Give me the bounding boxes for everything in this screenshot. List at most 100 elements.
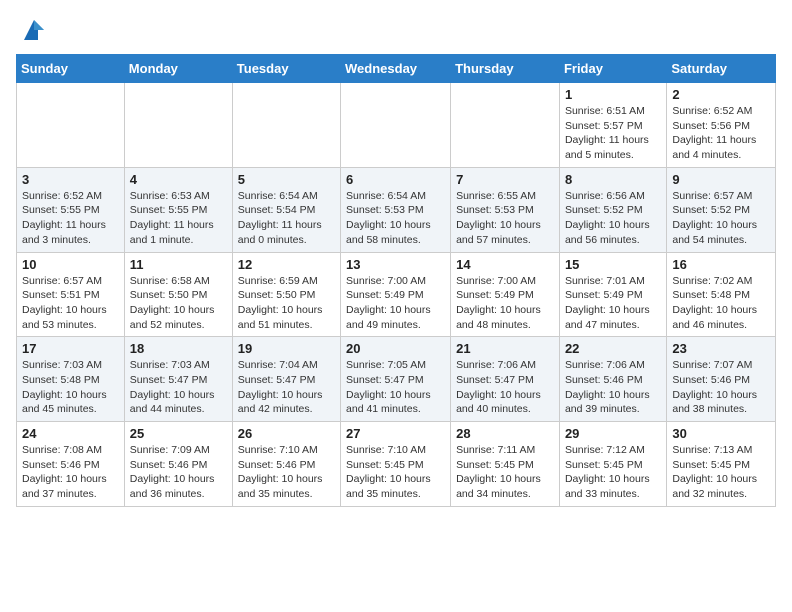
day-info: Sunrise: 7:06 AMSunset: 5:46 PMDaylight:…	[565, 358, 661, 417]
calendar: SundayMondayTuesdayWednesdayThursdayFrid…	[16, 54, 776, 507]
day-info: Sunrise: 6:56 AMSunset: 5:52 PMDaylight:…	[565, 189, 661, 248]
day-number: 23	[672, 341, 770, 356]
day-number: 12	[238, 257, 335, 272]
day-info: Sunrise: 6:54 AMSunset: 5:54 PMDaylight:…	[238, 189, 335, 248]
day-info: Sunrise: 7:03 AMSunset: 5:48 PMDaylight:…	[22, 358, 119, 417]
day-number: 18	[130, 341, 227, 356]
day-number: 28	[456, 426, 554, 441]
day-number: 20	[346, 341, 445, 356]
day-info: Sunrise: 7:02 AMSunset: 5:48 PMDaylight:…	[672, 274, 770, 333]
day-cell: 30 Sunrise: 7:13 AMSunset: 5:45 PMDayligh…	[667, 422, 776, 507]
week-row-3: 10 Sunrise: 6:57 AMSunset: 5:51 PMDayligh…	[17, 252, 776, 337]
day-info: Sunrise: 7:13 AMSunset: 5:45 PMDaylight:…	[672, 443, 770, 502]
weekday-header-saturday: Saturday	[667, 55, 776, 83]
day-number: 16	[672, 257, 770, 272]
week-row-2: 3 Sunrise: 6:52 AMSunset: 5:55 PMDaylight…	[17, 167, 776, 252]
day-cell: 4 Sunrise: 6:53 AMSunset: 5:55 PMDaylight…	[124, 167, 232, 252]
day-cell: 24Sunrise: 7:08 AMSunset: 5:46 PMDayligh…	[17, 422, 125, 507]
day-number: 17	[22, 341, 119, 356]
day-info: Sunrise: 7:07 AMSunset: 5:46 PMDaylight:…	[672, 358, 770, 417]
logo	[16, 16, 48, 44]
logo-icon	[20, 16, 48, 44]
day-cell: 10 Sunrise: 6:57 AMSunset: 5:51 PMDayligh…	[17, 252, 125, 337]
day-number: 5	[238, 172, 335, 187]
day-number: 8	[565, 172, 661, 187]
day-info: Sunrise: 6:53 AMSunset: 5:55 PMDaylight:…	[130, 189, 227, 248]
day-info: Sunrise: 7:01 AMSunset: 5:49 PMDaylight:…	[565, 274, 661, 333]
weekday-header-sunday: Sunday	[17, 55, 125, 83]
header	[16, 16, 776, 44]
day-cell: 26 Sunrise: 7:10 AMSunset: 5:46 PMDayligh…	[232, 422, 340, 507]
day-number: 29	[565, 426, 661, 441]
week-row-4: 17 Sunrise: 7:03 AMSunset: 5:48 PMDayligh…	[17, 337, 776, 422]
day-number: 25	[130, 426, 227, 441]
page: SundayMondayTuesdayWednesdayThursdayFrid…	[0, 0, 792, 517]
day-cell: 16 Sunrise: 7:02 AMSunset: 5:48 PMDayligh…	[667, 252, 776, 337]
day-info: Sunrise: 6:52 AMSunset: 5:55 PMDaylight:…	[22, 189, 119, 248]
day-info: Sunrise: 7:12 AMSunset: 5:45 PMDaylight:…	[565, 443, 661, 502]
day-info: Sunrise: 6:57 AMSunset: 5:52 PMDaylight:…	[672, 189, 770, 248]
day-number: 3	[22, 172, 119, 187]
weekday-header-wednesday: Wednesday	[341, 55, 451, 83]
day-number: 14	[456, 257, 554, 272]
day-info: Sunrise: 6:51 AMSunset: 5:57 PMDaylight:…	[565, 104, 661, 163]
weekday-header-tuesday: Tuesday	[232, 55, 340, 83]
day-number: 19	[238, 341, 335, 356]
day-info: Sunrise: 6:57 AMSunset: 5:51 PMDaylight:…	[22, 274, 119, 333]
day-cell: 15Sunrise: 7:01 AMSunset: 5:49 PMDayligh…	[559, 252, 666, 337]
day-info: Sunrise: 7:04 AMSunset: 5:47 PMDaylight:…	[238, 358, 335, 417]
day-number: 7	[456, 172, 554, 187]
day-number: 2	[672, 87, 770, 102]
day-cell: 22 Sunrise: 7:06 AMSunset: 5:46 PMDayligh…	[559, 337, 666, 422]
day-number: 10	[22, 257, 119, 272]
day-cell: 20 Sunrise: 7:05 AMSunset: 5:47 PMDayligh…	[341, 337, 451, 422]
day-info: Sunrise: 6:58 AMSunset: 5:50 PMDaylight:…	[130, 274, 227, 333]
day-info: Sunrise: 6:55 AMSunset: 5:53 PMDaylight:…	[456, 189, 554, 248]
weekday-header-row: SundayMondayTuesdayWednesdayThursdayFrid…	[17, 55, 776, 83]
day-number: 1	[565, 87, 661, 102]
day-cell	[341, 83, 451, 168]
day-cell	[451, 83, 560, 168]
day-info: Sunrise: 7:11 AMSunset: 5:45 PMDaylight:…	[456, 443, 554, 502]
day-cell: 27 Sunrise: 7:10 AMSunset: 5:45 PMDayligh…	[341, 422, 451, 507]
day-cell: 13 Sunrise: 7:00 AMSunset: 5:49 PMDayligh…	[341, 252, 451, 337]
weekday-header-thursday: Thursday	[451, 55, 560, 83]
day-cell: 14 Sunrise: 7:00 AMSunset: 5:49 PMDayligh…	[451, 252, 560, 337]
day-cell: 29 Sunrise: 7:12 AMSunset: 5:45 PMDayligh…	[559, 422, 666, 507]
day-number: 22	[565, 341, 661, 356]
day-cell: 17 Sunrise: 7:03 AMSunset: 5:48 PMDayligh…	[17, 337, 125, 422]
day-info: Sunrise: 7:00 AMSunset: 5:49 PMDaylight:…	[456, 274, 554, 333]
day-cell: 5 Sunrise: 6:54 AMSunset: 5:54 PMDaylight…	[232, 167, 340, 252]
day-number: 30	[672, 426, 770, 441]
day-number: 26	[238, 426, 335, 441]
day-cell	[17, 83, 125, 168]
day-cell: 6 Sunrise: 6:54 AMSunset: 5:53 PMDaylight…	[341, 167, 451, 252]
day-info: Sunrise: 7:10 AMSunset: 5:45 PMDaylight:…	[346, 443, 445, 502]
day-cell: 1 Sunrise: 6:51 AMSunset: 5:57 PMDaylight…	[559, 83, 666, 168]
week-row-5: 24Sunrise: 7:08 AMSunset: 5:46 PMDayligh…	[17, 422, 776, 507]
day-number: 21	[456, 341, 554, 356]
week-row-1: 1 Sunrise: 6:51 AMSunset: 5:57 PMDaylight…	[17, 83, 776, 168]
day-number: 4	[130, 172, 227, 187]
day-number: 6	[346, 172, 445, 187]
day-info: Sunrise: 7:00 AMSunset: 5:49 PMDaylight:…	[346, 274, 445, 333]
day-info: Sunrise: 6:54 AMSunset: 5:53 PMDaylight:…	[346, 189, 445, 248]
day-info: Sunrise: 7:09 AMSunset: 5:46 PMDaylight:…	[130, 443, 227, 502]
day-number: 27	[346, 426, 445, 441]
weekday-header-friday: Friday	[559, 55, 666, 83]
day-cell: 2 Sunrise: 6:52 AMSunset: 5:56 PMDaylight…	[667, 83, 776, 168]
day-cell: 11 Sunrise: 6:58 AMSunset: 5:50 PMDayligh…	[124, 252, 232, 337]
day-info: Sunrise: 7:10 AMSunset: 5:46 PMDaylight:…	[238, 443, 335, 502]
day-cell: 28 Sunrise: 7:11 AMSunset: 5:45 PMDayligh…	[451, 422, 560, 507]
day-cell: 9Sunrise: 6:57 AMSunset: 5:52 PMDaylight…	[667, 167, 776, 252]
day-info: Sunrise: 7:06 AMSunset: 5:47 PMDaylight:…	[456, 358, 554, 417]
day-info: Sunrise: 7:05 AMSunset: 5:47 PMDaylight:…	[346, 358, 445, 417]
day-info: Sunrise: 6:52 AMSunset: 5:56 PMDaylight:…	[672, 104, 770, 163]
day-cell: 12Sunrise: 6:59 AMSunset: 5:50 PMDayligh…	[232, 252, 340, 337]
day-number: 11	[130, 257, 227, 272]
day-info: Sunrise: 7:03 AMSunset: 5:47 PMDaylight:…	[130, 358, 227, 417]
day-cell: 8 Sunrise: 6:56 AMSunset: 5:52 PMDaylight…	[559, 167, 666, 252]
day-info: Sunrise: 7:08 AMSunset: 5:46 PMDaylight:…	[22, 443, 119, 502]
weekday-header-monday: Monday	[124, 55, 232, 83]
day-number: 13	[346, 257, 445, 272]
